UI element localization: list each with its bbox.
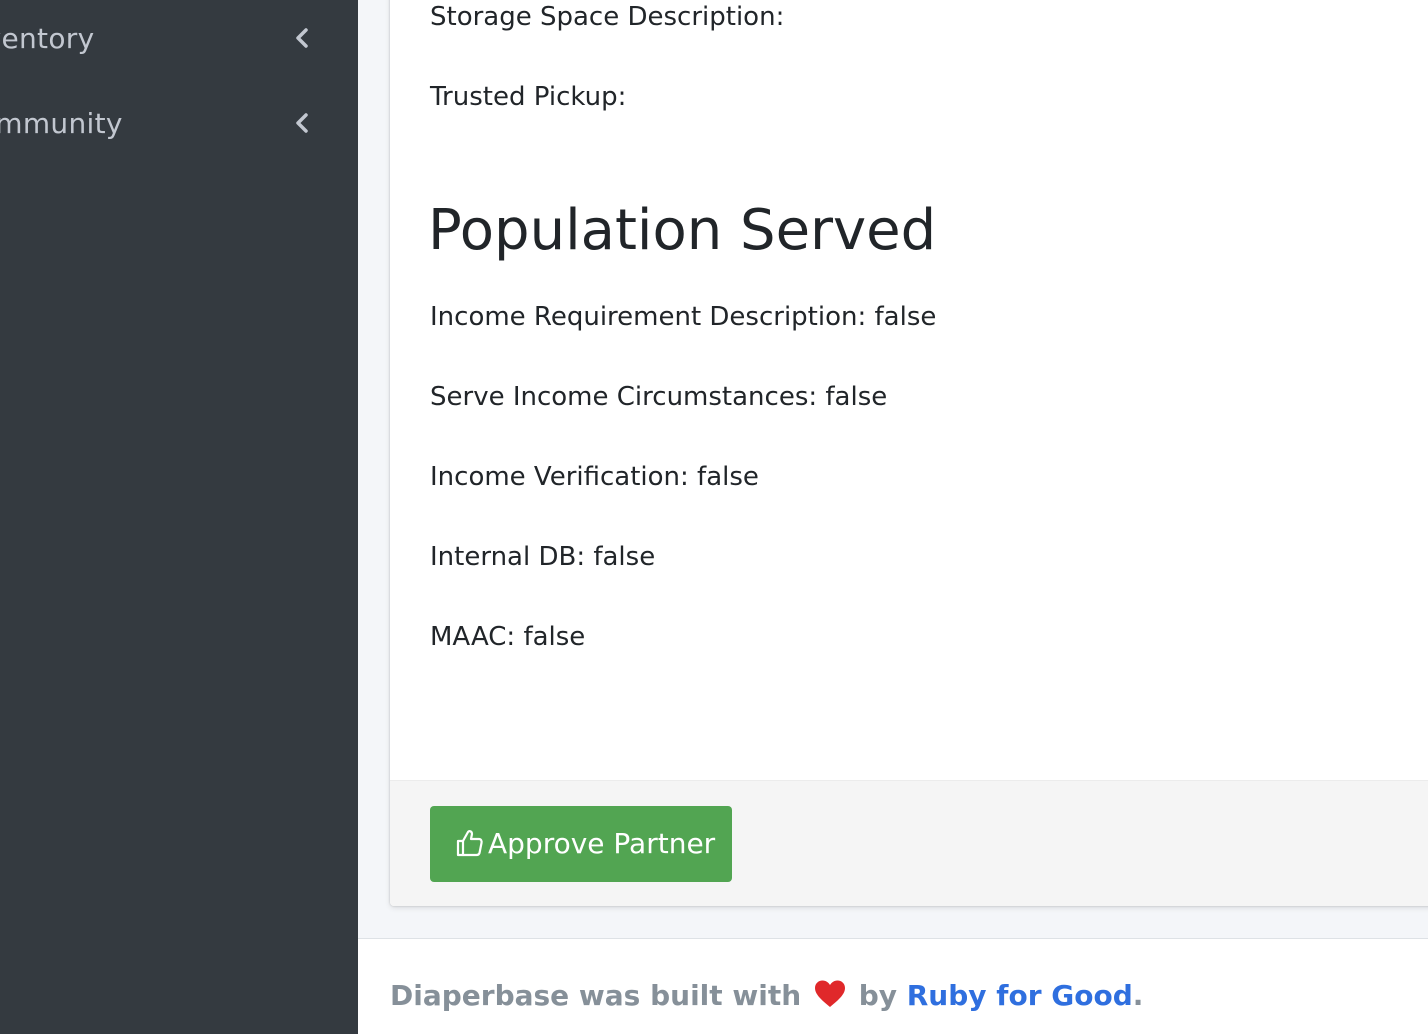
income-verification-field: Income Verification: false [430,462,759,492]
partner-details-card: Storage Space Description: Trusted Picku… [390,0,1428,906]
storage-space-description-field: Storage Space Description: [430,2,785,32]
sidebar-item-label: Community [0,107,123,140]
internal-db-field: Internal DB: false [430,542,656,572]
footer-middle: by [858,979,897,1012]
income-requirement-description-field: Income Requirement Description: false [430,302,937,332]
serve-income-circumstances-field: Serve Income Circumstances: false [430,382,888,412]
card-footer: Approve Partner [390,780,1428,906]
thumbs-up-icon [456,830,483,857]
heart-icon [814,980,845,1007]
chevron-left-icon [296,28,308,48]
sidebar-item-inventory[interactable]: Inventory [0,8,358,68]
ruby-for-good-link[interactable]: Ruby for Good [907,979,1133,1012]
sidebar-item-label: Inventory [0,22,95,55]
footer-prefix: Diaperbase was built with [390,979,802,1012]
trusted-pickup-field: Trusted Pickup: [430,82,627,112]
page-footer: Diaperbase was built with by Ruby for Go… [358,939,1428,1034]
population-served-heading: Population Served [428,198,937,263]
main-content: Storage Space Description: Trusted Picku… [358,0,1428,1034]
maac-field: MAAC: false [430,622,586,652]
approve-partner-label: Approve Partner [488,827,716,860]
chevron-left-icon [296,113,308,133]
sidebar: Inventory Community [0,0,358,1034]
approve-partner-button[interactable]: Approve Partner [430,806,732,882]
footer-suffix: . [1132,979,1144,1012]
footer-credit: Diaperbase was built with by Ruby for Go… [390,979,1143,1012]
sidebar-item-community[interactable]: Community [0,93,358,153]
